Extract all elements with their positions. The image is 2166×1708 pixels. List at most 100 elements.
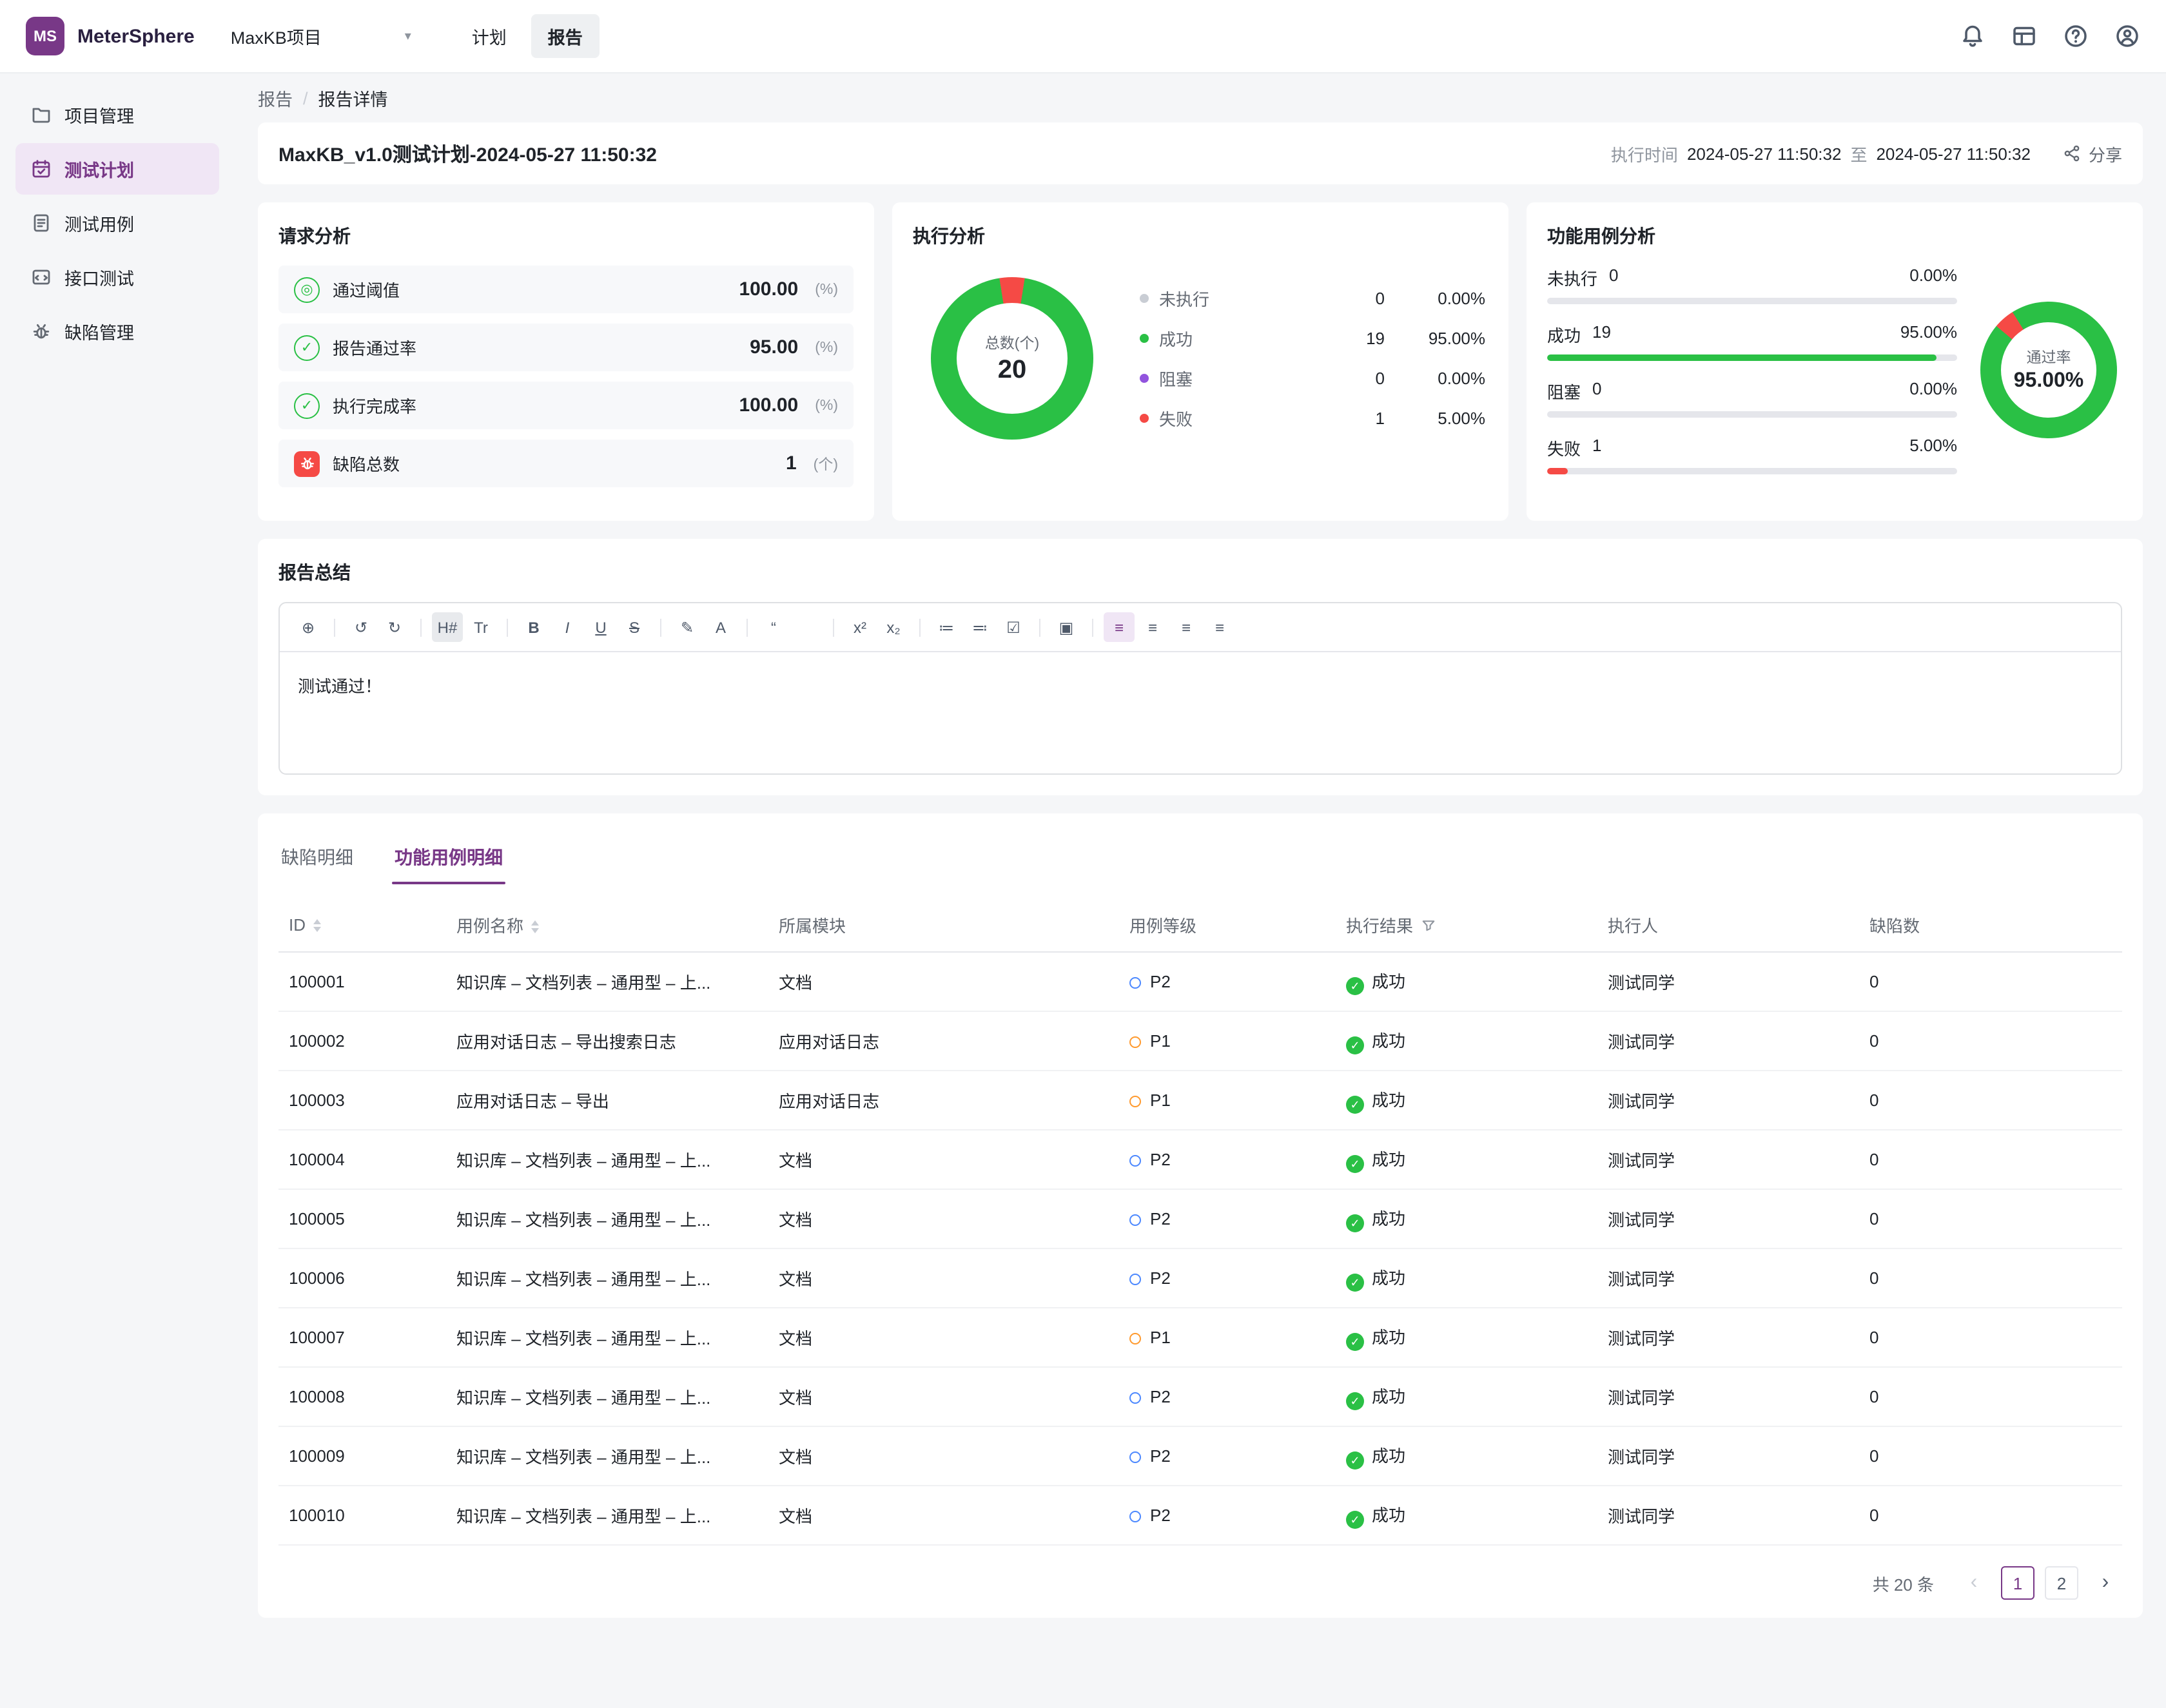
- undo-button[interactable]: ↺: [346, 612, 376, 642]
- bar-count: 1: [1592, 436, 1601, 460]
- threshold-icon: ◎: [294, 277, 320, 302]
- tab-defect-detail[interactable]: 缺陷明细: [278, 831, 356, 884]
- column-header[interactable]: ID: [278, 897, 446, 952]
- nav-tab-plan[interactable]: 计划: [455, 14, 523, 58]
- column-header[interactable]: 执行结果: [1336, 897, 1597, 952]
- table-row[interactable]: 100008知识库 – 文档列表 – 通用型 – 上...文档P2✓成功测试同学…: [278, 1367, 2122, 1426]
- legend-label: 失败: [1159, 406, 1312, 431]
- tab-case-detail[interactable]: 功能用例明细: [392, 831, 505, 884]
- legend-label: 成功: [1159, 326, 1312, 351]
- cell-case-name[interactable]: 知识库 – 文档列表 – 通用型 – 上...: [446, 952, 768, 1011]
- brand-name: MeterSphere: [77, 25, 195, 47]
- sidebar-item-project[interactable]: 项目管理: [15, 89, 219, 141]
- sort-icon[interactable]: [313, 919, 321, 932]
- cell-case-name[interactable]: 知识库 – 文档列表 – 通用型 – 上...: [446, 1486, 768, 1545]
- sidebar-item-test-plan[interactable]: 测试计划: [15, 143, 219, 195]
- report-title: MaxKB_v1.0测试计划-2024-05-27 11:50:32: [278, 140, 657, 167]
- metersphere-logo-icon: MS: [26, 17, 64, 55]
- success-check-icon: ✓: [1346, 1096, 1364, 1114]
- share-button[interactable]: 分享: [2063, 141, 2122, 166]
- align-right-button[interactable]: ≡: [1171, 612, 1202, 642]
- case-bar-group: 阻塞00.00%: [1547, 379, 1957, 418]
- help-icon[interactable]: [2063, 23, 2089, 49]
- table-row[interactable]: 100004知识库 – 文档列表 – 通用型 – 上...文档P2✓成功测试同学…: [278, 1130, 2122, 1189]
- align-center-button[interactable]: ≡: [1137, 612, 1168, 642]
- align-justify-button[interactable]: ≡: [1204, 612, 1235, 642]
- sort-icon[interactable]: [531, 920, 539, 933]
- column-header: 执行人: [1597, 897, 1859, 952]
- heading-button[interactable]: H#: [432, 612, 463, 642]
- font-color-button[interactable]: A: [705, 612, 736, 642]
- code-button[interactable]: [792, 612, 823, 642]
- pagination-page-2[interactable]: 2: [2045, 1566, 2078, 1600]
- table-row[interactable]: 100007知识库 – 文档列表 – 通用型 – 上...文档P1✓成功测试同学…: [278, 1308, 2122, 1367]
- bold-button[interactable]: B: [518, 612, 549, 642]
- board-icon[interactable]: [2011, 23, 2037, 49]
- project-selector[interactable]: MaxKB项目 ▾: [218, 15, 424, 57]
- cell-case-name[interactable]: 知识库 – 文档列表 – 通用型 – 上...: [446, 1130, 768, 1189]
- cell-case-name[interactable]: 知识库 – 文档列表 – 通用型 – 上...: [446, 1189, 768, 1248]
- superscript-button[interactable]: x²: [844, 612, 875, 642]
- cell-case-name[interactable]: 知识库 – 文档列表 – 通用型 – 上...: [446, 1426, 768, 1486]
- italic-button[interactable]: I: [552, 612, 583, 642]
- ordered-list-button[interactable]: ≕: [964, 612, 995, 642]
- cell-case-name[interactable]: 知识库 – 文档列表 – 通用型 – 上...: [446, 1308, 768, 1367]
- align-left-button[interactable]: ≡: [1104, 612, 1135, 642]
- cell-id: 100002: [278, 1011, 446, 1071]
- request-metric-row: ✓执行完成率100.00(%): [278, 382, 854, 429]
- breadcrumb-reports[interactable]: 报告: [258, 85, 293, 111]
- redo-button[interactable]: ↻: [379, 612, 410, 642]
- column-header[interactable]: 用例名称: [446, 897, 768, 952]
- bar-count: 0: [1609, 266, 1618, 290]
- cell-case-name[interactable]: 知识库 – 文档列表 – 通用型 – 上...: [446, 1248, 768, 1308]
- cell-case-name[interactable]: 知识库 – 文档列表 – 通用型 – 上...: [446, 1367, 768, 1426]
- metric-label: 报告通过率: [333, 335, 737, 360]
- bell-icon[interactable]: [1960, 23, 1986, 49]
- cell-module: 文档: [768, 1486, 1119, 1545]
- success-check-icon: ✓: [1346, 1156, 1364, 1174]
- table-row[interactable]: 100005知识库 – 文档列表 – 通用型 – 上...文档P2✓成功测试同学…: [278, 1189, 2122, 1248]
- bar-percent: 5.00%: [1909, 436, 1957, 460]
- toolbar-divider: [746, 618, 748, 636]
- underline-button[interactable]: U: [585, 612, 616, 642]
- cell-executor: 测试同学: [1597, 952, 1859, 1011]
- filter-icon[interactable]: [1421, 917, 1436, 933]
- font-style-button[interactable]: Tr: [465, 612, 496, 642]
- pagination-next-button[interactable]: ›: [2089, 1566, 2122, 1600]
- sidebar-item-test-case[interactable]: 测试用例: [15, 197, 219, 249]
- column-label: ID: [289, 915, 306, 934]
- pagination-page-1[interactable]: 1: [2001, 1566, 2034, 1600]
- table-row[interactable]: 100003应用对话日志 – 导出应用对话日志P1✓成功测试同学0: [278, 1071, 2122, 1130]
- legend-percent: 0.00%: [1385, 369, 1485, 388]
- table-row[interactable]: 100002应用对话日志 – 导出搜索日志应用对话日志P1✓成功测试同学0: [278, 1011, 2122, 1071]
- toolbar-divider: [420, 618, 422, 636]
- sidebar-item-bug[interactable]: 缺陷管理: [15, 306, 219, 357]
- subscript-button[interactable]: x₂: [878, 612, 909, 642]
- pagination-prev-button[interactable]: ‹: [1957, 1566, 1991, 1600]
- cell-result: ✓成功: [1336, 1486, 1597, 1545]
- highlight-button[interactable]: ✎: [672, 612, 703, 642]
- quote-button[interactable]: “: [758, 612, 789, 642]
- cell-id: 100009: [278, 1426, 446, 1486]
- cell-case-name[interactable]: 应用对话日志 – 导出搜索日志: [446, 1011, 768, 1071]
- table-row[interactable]: 100009知识库 – 文档列表 – 通用型 – 上...文档P2✓成功测试同学…: [278, 1426, 2122, 1486]
- level-label: P2: [1150, 972, 1171, 991]
- toolbar-divider: [919, 618, 921, 636]
- legend-count: 1: [1312, 409, 1385, 428]
- level-label: P2: [1150, 1506, 1171, 1525]
- table-row[interactable]: 100006知识库 – 文档列表 – 通用型 – 上...文档P2✓成功测试同学…: [278, 1248, 2122, 1308]
- bar-count: 19: [1592, 322, 1611, 347]
- insert-button[interactable]: ⊕: [293, 612, 324, 642]
- avatar-icon[interactable]: [2114, 23, 2140, 49]
- cell-module: 文档: [768, 1308, 1119, 1367]
- sidebar-item-api-test[interactable]: 接口测试: [15, 251, 219, 303]
- strikethrough-button[interactable]: S: [619, 612, 650, 642]
- table-row[interactable]: 100001知识库 – 文档列表 – 通用型 – 上...文档P2✓成功测试同学…: [278, 952, 2122, 1011]
- task-list-button[interactable]: ☑: [998, 612, 1029, 642]
- cell-case-name[interactable]: 应用对话日志 – 导出: [446, 1071, 768, 1130]
- editor-content[interactable]: 测试通过！: [280, 652, 2121, 773]
- embed-button[interactable]: ▣: [1051, 612, 1082, 642]
- table-row[interactable]: 100010知识库 – 文档列表 – 通用型 – 上...文档P2✓成功测试同学…: [278, 1486, 2122, 1545]
- bullet-list-button[interactable]: ≔: [931, 612, 962, 642]
- nav-tab-report[interactable]: 报告: [531, 14, 600, 58]
